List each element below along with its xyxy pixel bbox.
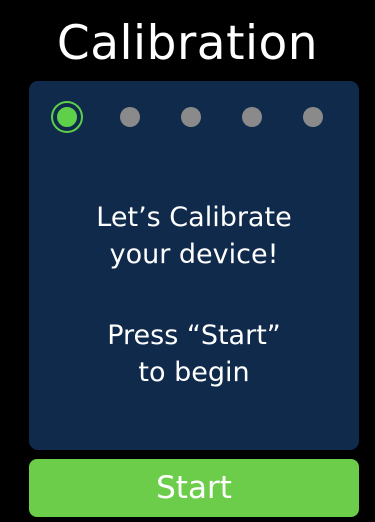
start-instruction: Press “Start” to begin (29, 317, 359, 391)
start-button[interactable]: Start (29, 459, 359, 517)
step-dot-3 (181, 107, 201, 127)
step-dot-2 (120, 107, 140, 127)
message-line-2: your device! (109, 239, 279, 270)
page-title: Calibration (56, 16, 319, 71)
message-line-1: Let’s Calibrate (96, 202, 292, 233)
step-dot-1-active (53, 103, 81, 131)
instruction-line-2: to begin (138, 357, 250, 388)
step-dot-5 (303, 107, 323, 127)
calibration-panel: Let’s Calibrate your device! Press “Star… (29, 81, 359, 450)
instruction-line-1: Press “Start” (107, 320, 281, 351)
step-indicator (29, 103, 359, 131)
calibration-message: Let’s Calibrate your device! (29, 199, 359, 273)
step-dot-4 (242, 107, 262, 127)
